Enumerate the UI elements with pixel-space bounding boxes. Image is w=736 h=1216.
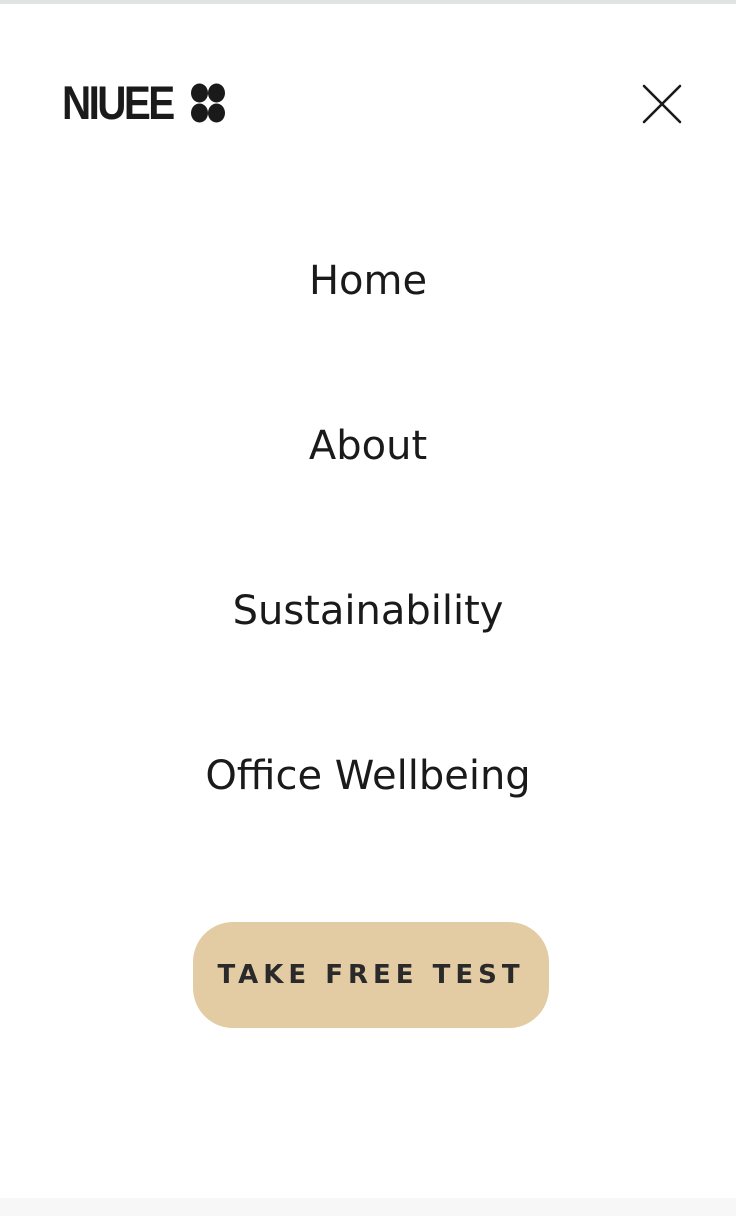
bottom-edge-strip [0,1198,736,1216]
menu-item-home[interactable]: Home [0,253,736,309]
top-edge-strip [0,0,736,4]
take-free-test-label: TAKE FREE TEST [217,960,525,990]
brand-logo-text: NIUEE [62,76,175,129]
logo-mark-icon [191,83,225,123]
close-icon [642,84,682,124]
menu-item-office-wellbeing[interactable]: Office Wellbeing [0,748,736,804]
menu-item-about[interactable]: About [0,418,736,474]
close-menu-button[interactable] [638,80,686,128]
take-free-test-button[interactable]: TAKE FREE TEST [193,922,549,1028]
menu-item-sustainability[interactable]: Sustainability [0,583,736,639]
brand-logo[interactable]: NIUEE [62,76,225,129]
